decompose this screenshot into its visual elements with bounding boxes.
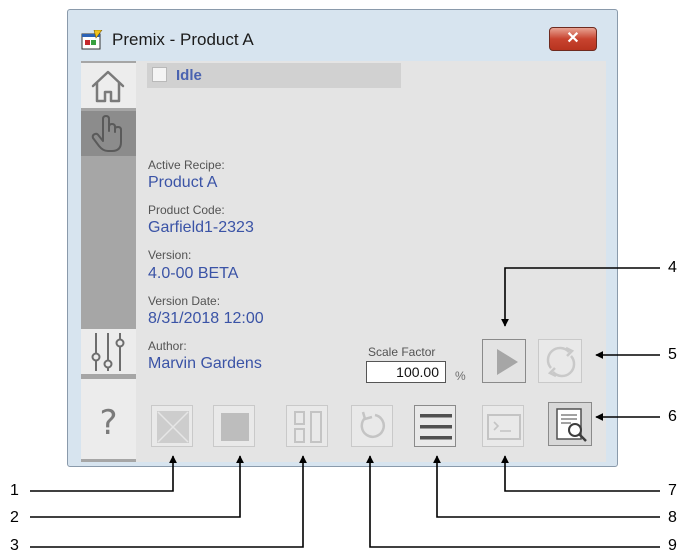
callout-line-7	[501, 455, 660, 492]
callout-line-9	[366, 455, 660, 548]
callout-9: 9	[668, 537, 677, 554]
callout-3: 3	[10, 537, 19, 554]
callout-7: 7	[668, 482, 677, 499]
callout-line-8	[433, 455, 660, 518]
callout-line-3	[30, 455, 307, 548]
callout-line-4	[501, 267, 660, 327]
callout-1: 1	[10, 482, 19, 499]
callout-arrows	[30, 267, 660, 548]
callout-line-2	[30, 455, 244, 518]
callout-6: 6	[668, 408, 677, 425]
callout-2: 2	[10, 509, 19, 526]
callout-line-1	[30, 455, 177, 492]
callout-5: 5	[668, 346, 677, 363]
callout-4: 4	[668, 259, 677, 276]
callout-8: 8	[668, 509, 677, 526]
